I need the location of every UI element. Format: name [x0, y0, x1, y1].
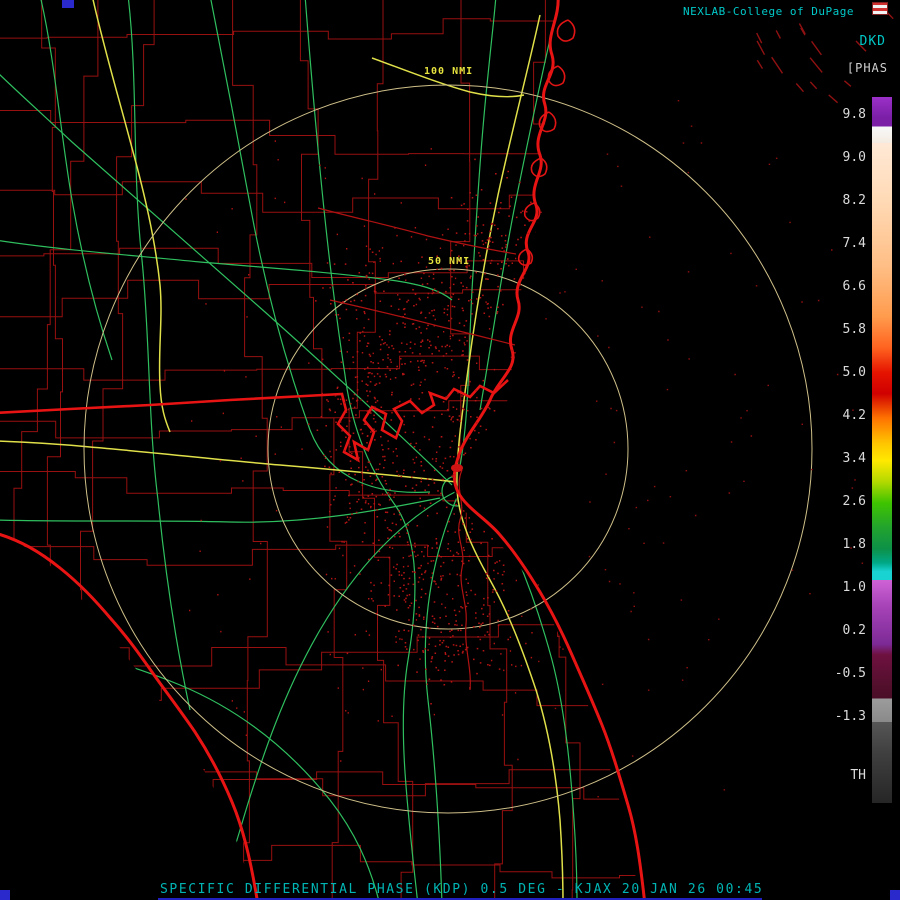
product-code: DKD	[859, 34, 886, 49]
county-boundaries-layer	[0, 0, 640, 900]
coastline-gulf	[0, 532, 259, 900]
range-ring-50nmi	[267, 268, 629, 630]
state-border-ga-fl	[0, 379, 509, 463]
radar-map[interactable]	[0, 0, 900, 900]
marker-square-bottom-right	[890, 890, 900, 900]
radar-screen: NEXLAB-College of DuPage DKD [PHAS 9.8 9.…	[0, 0, 900, 900]
interstate-75	[92, 0, 171, 433]
colorbar-tick: 1.8	[842, 537, 866, 552]
product-unit: [PHAS	[846, 61, 888, 75]
range-ring-label-100nmi: 100 NMI	[424, 66, 474, 77]
colorbar-tick: 7.4	[842, 236, 866, 251]
range-ring-100nmi	[83, 84, 813, 814]
site-title: NEXLAB-College of DuPage	[683, 5, 854, 18]
colorbar-tick: 5.0	[842, 365, 866, 380]
colorbar-tick: 0.2	[842, 623, 866, 638]
colorbar-tick: 9.0	[842, 150, 866, 165]
colorbar	[872, 97, 892, 803]
colorbar-threshold-label: TH	[850, 768, 866, 783]
colorbar-tick: 9.8	[842, 107, 866, 122]
colorbar-tick: 1.0	[842, 580, 866, 595]
colorbar-tick: 3.4	[842, 451, 866, 466]
range-ring-label-50nmi: 50 NMI	[428, 256, 471, 267]
interstate-16	[371, 57, 525, 98]
interstate-95	[456, 14, 564, 900]
cod-logo-icon	[872, 2, 888, 15]
river-mouth-return	[451, 464, 463, 472]
county-boundaries	[0, 0, 640, 900]
colorbar-tick: 6.6	[842, 279, 866, 294]
colorbar-tick: 8.2	[842, 193, 866, 208]
colorbar-tick: 2.6	[842, 494, 866, 509]
radar-echo-speckles	[184, 140, 540, 771]
marker-square-top-left	[62, 0, 74, 8]
colorbar-tick: 4.2	[842, 408, 866, 423]
colorbar-tick: -1.3	[834, 709, 866, 724]
status-bar-text: SPECIFIC DIFFERENTIAL PHASE (KDP) 0.5 DE…	[160, 882, 764, 897]
range-rings	[83, 84, 813, 814]
interstate-10	[0, 440, 458, 483]
marker-square-bottom-left	[0, 890, 10, 900]
colorbar-tick: -0.5	[834, 666, 866, 681]
colorbar-tick: 5.8	[842, 322, 866, 337]
